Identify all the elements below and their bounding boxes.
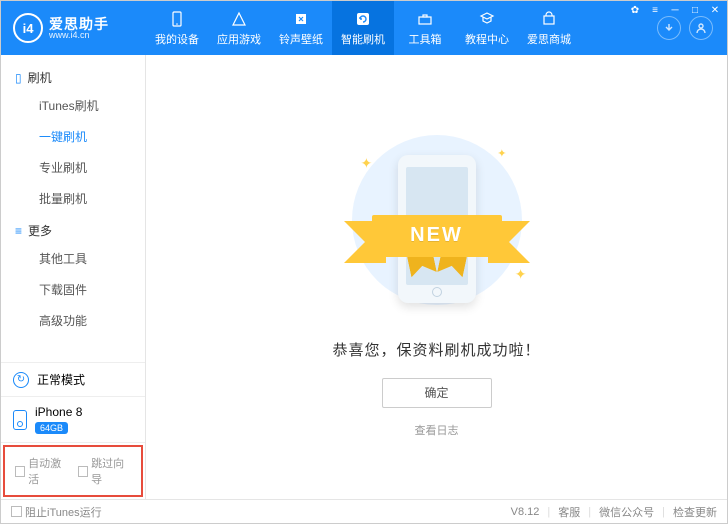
gift-icon[interactable]: ✿ <box>628 3 642 17</box>
checkbox-label: 自动激活 <box>28 455 68 487</box>
view-log-link[interactable]: 查看日志 <box>415 422 459 438</box>
sparkle-icon: ✦ <box>515 266 527 283</box>
group-title: 刷机 <box>28 69 52 86</box>
header: i4 爱思助手 www.i4.cn 我的设备 应用游戏 铃声壁纸 智能刷机 <box>1 1 727 55</box>
success-message: 恭喜您，保资料刷机成功啦！ <box>332 339 540 360</box>
more-icon: ≡ <box>15 224 22 238</box>
maximize-icon[interactable]: □ <box>688 3 702 17</box>
checkbox-label: 阻止iTunes运行 <box>25 504 102 520</box>
brand-name: 爱思助手 <box>49 17 109 31</box>
nav-label: 应用游戏 <box>217 31 261 47</box>
mode-row[interactable]: ↻ 正常模式 <box>1 363 145 397</box>
ribbon-text: NEW <box>372 215 502 257</box>
sidebar-item-other-tools[interactable]: 其他工具 <box>1 243 145 274</box>
toolbox-icon <box>416 10 434 28</box>
nav-toolbox[interactable]: 工具箱 <box>394 1 456 55</box>
download-button[interactable] <box>657 16 681 40</box>
nav-label: 工具箱 <box>409 31 442 47</box>
checkbox-icon <box>11 506 22 517</box>
checkbox-block-itunes[interactable]: 阻止iTunes运行 <box>11 504 102 520</box>
nav-label: 我的设备 <box>155 31 199 47</box>
sidebar-item-advanced[interactable]: 高级功能 <box>1 305 145 336</box>
success-illustration: ✦ ✦ ✦ NEW <box>327 127 547 317</box>
nav-tutorials[interactable]: 教程中心 <box>456 1 518 55</box>
logo: i4 爱思助手 www.i4.cn <box>1 1 146 55</box>
flash-icon <box>354 10 372 28</box>
nav-flash[interactable]: 智能刷机 <box>332 1 394 55</box>
mode-label: 正常模式 <box>37 371 85 388</box>
ringtone-icon <box>292 10 310 28</box>
sidebar-item-oneclick-flash[interactable]: 一键刷机 <box>1 121 145 152</box>
close-icon[interactable]: ✕ <box>708 3 722 17</box>
nav-label: 教程中心 <box>465 31 509 47</box>
nav-store[interactable]: 爱思商城 <box>518 1 580 55</box>
nav: 我的设备 应用游戏 铃声壁纸 智能刷机 工具箱 教程中心 <box>146 1 651 55</box>
brand-url: www.i4.cn <box>49 31 109 40</box>
group-title: 更多 <box>28 222 52 239</box>
tutorial-icon <box>478 10 496 28</box>
sidebar-group-flash[interactable]: ▯ 刷机 <box>1 61 145 90</box>
checkbox-icon <box>78 466 88 477</box>
phone-icon: ▯ <box>15 71 22 85</box>
main-content: ✦ ✦ ✦ NEW 恭喜您，保资料刷机成功啦！ 确定 查看日志 <box>146 55 727 499</box>
nav-label: 铃声壁纸 <box>279 31 323 47</box>
checkbox-icon <box>15 466 25 477</box>
checkbox-auto-activate[interactable]: 自动激活 <box>15 455 68 487</box>
sidebar-item-batch-flash[interactable]: 批量刷机 <box>1 183 145 214</box>
menu-icon[interactable]: ≡ <box>648 3 662 17</box>
bottom-checks: 自动激活 跳过向导 <box>3 445 143 497</box>
sidebar: ▯ 刷机 iTunes刷机 一键刷机 专业刷机 批量刷机 ≡ 更多 其他工具 下… <box>1 55 146 499</box>
device-icon <box>168 10 186 28</box>
sidebar-item-pro-flash[interactable]: 专业刷机 <box>1 152 145 183</box>
new-ribbon: NEW <box>372 215 502 257</box>
device-row[interactable]: iPhone 8 64GB <box>1 397 145 443</box>
nav-ringtones[interactable]: 铃声壁纸 <box>270 1 332 55</box>
store-icon <box>540 10 558 28</box>
nav-my-device[interactable]: 我的设备 <box>146 1 208 55</box>
account-button[interactable] <box>689 16 713 40</box>
sidebar-item-itunes-flash[interactable]: iTunes刷机 <box>1 90 145 121</box>
footer: 阻止iTunes运行 V8.12 | 客服 | 微信公众号 | 检查更新 <box>1 499 727 523</box>
checkbox-skip-guide[interactable]: 跳过向导 <box>78 455 131 487</box>
nav-label: 智能刷机 <box>341 31 385 47</box>
device-name: iPhone 8 <box>35 405 82 419</box>
sidebar-item-download-firmware[interactable]: 下载固件 <box>1 274 145 305</box>
support-link[interactable]: 客服 <box>558 504 580 520</box>
checkbox-label: 跳过向导 <box>91 455 131 487</box>
apps-icon <box>230 10 248 28</box>
nav-apps[interactable]: 应用游戏 <box>208 1 270 55</box>
storage-badge: 64GB <box>35 422 68 434</box>
refresh-icon: ↻ <box>13 372 29 388</box>
minimize-icon[interactable]: ─ <box>668 3 682 17</box>
version-label: V8.12 <box>511 506 540 518</box>
phone-small-icon <box>13 410 27 430</box>
update-link[interactable]: 检查更新 <box>673 504 717 520</box>
sparkle-icon: ✦ <box>497 147 506 160</box>
wechat-link[interactable]: 微信公众号 <box>599 504 654 520</box>
window-controls: ✿ ≡ ─ □ ✕ <box>622 0 728 18</box>
logo-icon: i4 <box>13 13 43 43</box>
nav-label: 爱思商城 <box>527 31 571 47</box>
ok-button[interactable]: 确定 <box>382 378 492 408</box>
sparkle-icon: ✦ <box>361 155 373 172</box>
sidebar-group-more[interactable]: ≡ 更多 <box>1 214 145 243</box>
